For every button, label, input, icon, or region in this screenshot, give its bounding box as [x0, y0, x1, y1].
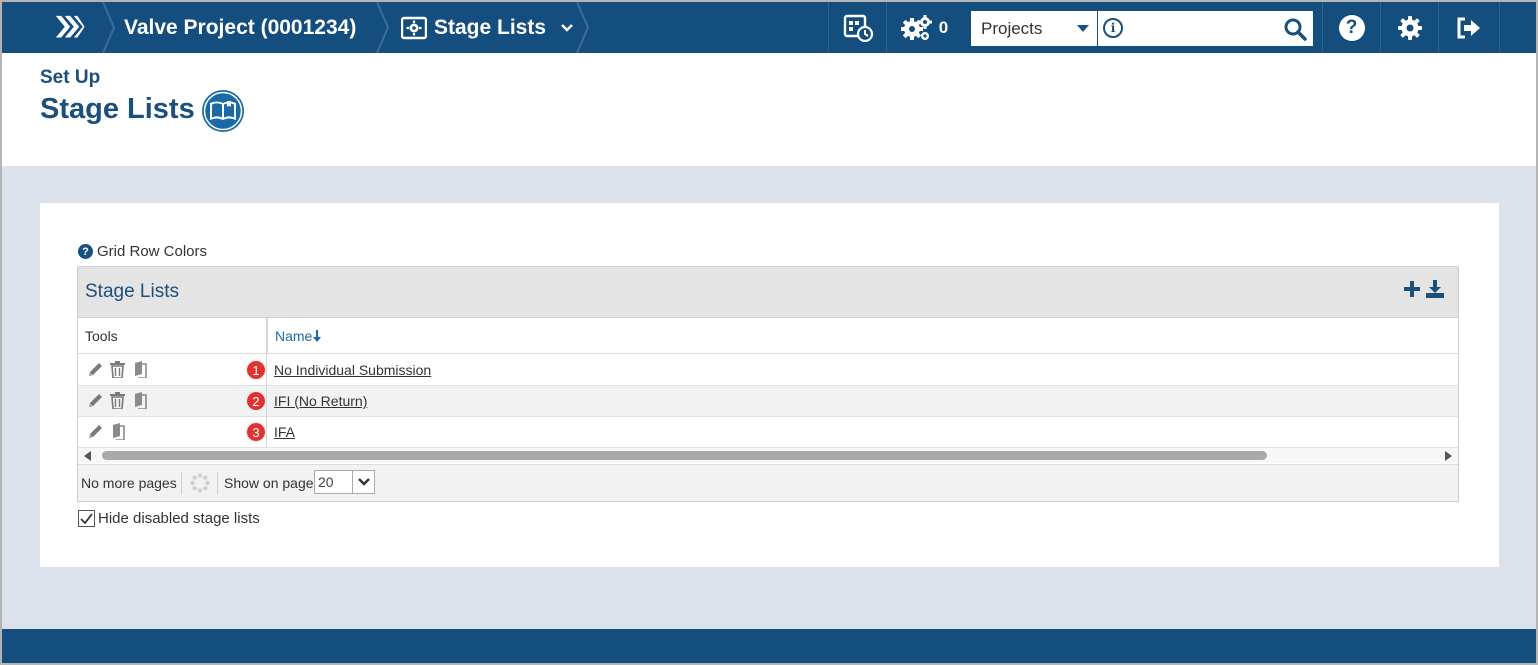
page-size-dropdown[interactable] — [352, 471, 374, 493]
calendar-clock-icon — [843, 14, 873, 42]
search-box: i — [1098, 11, 1313, 46]
sort-down-icon — [313, 329, 322, 342]
question-circle-icon: ? — [78, 244, 93, 259]
breadcrumb-project[interactable]: Valve Project (0001234) — [124, 2, 356, 53]
row-number-badge: 3 — [246, 422, 266, 442]
page-supertitle: Set Up — [40, 67, 101, 88]
content-card: ? Grid Row Colors Stage Lists Tools Name — [40, 203, 1499, 567]
column-header-name-label: Name — [275, 327, 313, 344]
row-tools — [87, 423, 126, 445]
copy-book-icon[interactable] — [131, 361, 148, 383]
page-title: Stage Lists — [40, 93, 195, 125]
delete-trash-icon[interactable] — [109, 361, 126, 383]
breadcrumb-section[interactable]: Stage Lists — [401, 2, 573, 53]
book-icon[interactable] — [201, 89, 245, 138]
grid-header: Stage Lists — [78, 267, 1458, 318]
pager-status: No more pages — [81, 475, 177, 491]
column-divider — [266, 318, 267, 447]
edit-pencil-icon[interactable] — [87, 392, 104, 414]
table-row: 3 IFA — [78, 417, 1458, 448]
edit-pencil-icon[interactable] — [87, 361, 104, 383]
chevron-down-icon — [357, 478, 370, 486]
show-on-page-label: Show on page: — [224, 475, 318, 491]
info-icon[interactable]: i — [1103, 18, 1123, 38]
stage-list-link[interactable]: No Individual Submission — [274, 362, 431, 378]
column-header-tools: Tools — [78, 318, 267, 354]
checkmark-icon — [80, 513, 93, 524]
search-input[interactable] — [1128, 14, 1278, 42]
breadcrumb-section-label: Stage Lists — [434, 15, 547, 39]
hide-disabled-checkbox[interactable] — [78, 510, 95, 527]
hide-disabled-label: Hide disabled stage lists — [98, 510, 260, 527]
scrollbar-thumb[interactable] — [102, 451, 1267, 460]
settings-button[interactable] — [1380, 2, 1438, 53]
stage-list-link[interactable]: IFA — [274, 424, 295, 440]
background-tasks-button[interactable]: 0 — [886, 2, 960, 53]
tasks-count: 0 — [938, 17, 949, 37]
column-header-name[interactable]: Name — [267, 318, 1458, 354]
table-row: 1 No Individual Submission — [78, 355, 1458, 386]
chevron-down-icon[interactable] — [561, 23, 573, 32]
stage-list-link[interactable]: IFI (No Return) — [274, 393, 367, 409]
row-tools — [87, 361, 148, 383]
scope-select[interactable]: Projects — [971, 11, 1097, 46]
help-icon: ? — [1338, 14, 1365, 41]
table-row: 2 IFI (No Return) — [78, 386, 1458, 417]
copy-book-icon[interactable] — [131, 392, 148, 414]
app-logo-icon[interactable] — [40, 2, 102, 53]
scroll-right-arrow-icon[interactable] — [1445, 451, 1452, 461]
row-number-badge: 2 — [246, 391, 266, 411]
grid-pager: No more pages Show on page: 20 — [78, 464, 1458, 501]
caret-down-icon — [1077, 25, 1089, 32]
scroll-left-arrow-icon[interactable] — [84, 451, 91, 461]
stage-lists-grid: Stage Lists Tools Name 1 No Individual S… — [77, 266, 1459, 502]
logout-button[interactable] — [1438, 2, 1500, 53]
row-number-badge: 1 — [246, 360, 266, 380]
refresh-spinner-icon[interactable] — [190, 473, 210, 493]
page-size-value: 20 — [318, 474, 334, 490]
edit-pencil-icon[interactable] — [87, 423, 104, 445]
gear-icon — [1397, 15, 1423, 41]
delete-trash-icon[interactable] — [109, 392, 126, 414]
pager-divider — [217, 472, 218, 494]
page-footer — [2, 629, 1536, 663]
page-header: Set Up Stage Lists — [2, 53, 1536, 166]
horizontal-scrollbar[interactable] — [78, 447, 1458, 463]
search-icon[interactable] — [1283, 17, 1307, 41]
copy-book-icon[interactable] — [109, 423, 126, 445]
grid-title: Stage Lists — [85, 281, 179, 302]
add-icon[interactable] — [1404, 281, 1420, 297]
schedule-button[interactable] — [828, 2, 886, 53]
help-button[interactable]: ? — [1322, 2, 1380, 53]
settings-page-icon — [401, 16, 427, 40]
pager-divider — [181, 472, 182, 494]
row-tools — [87, 392, 148, 414]
scope-select-value: Projects — [981, 18, 1043, 38]
hide-disabled-toggle[interactable]: Hide disabled stage lists — [78, 510, 260, 527]
grid-row-colors-help[interactable]: ? Grid Row Colors — [78, 243, 207, 260]
page-size-select[interactable]: 20 — [314, 470, 375, 494]
gears-icon — [899, 14, 933, 41]
grid-row-colors-label: Grid Row Colors — [97, 243, 208, 260]
sign-out-icon — [1456, 17, 1482, 39]
top-navigation-bar: Valve Project (0001234) Stage Lists 0 Pr… — [2, 2, 1536, 53]
download-icon[interactable] — [1426, 280, 1444, 298]
